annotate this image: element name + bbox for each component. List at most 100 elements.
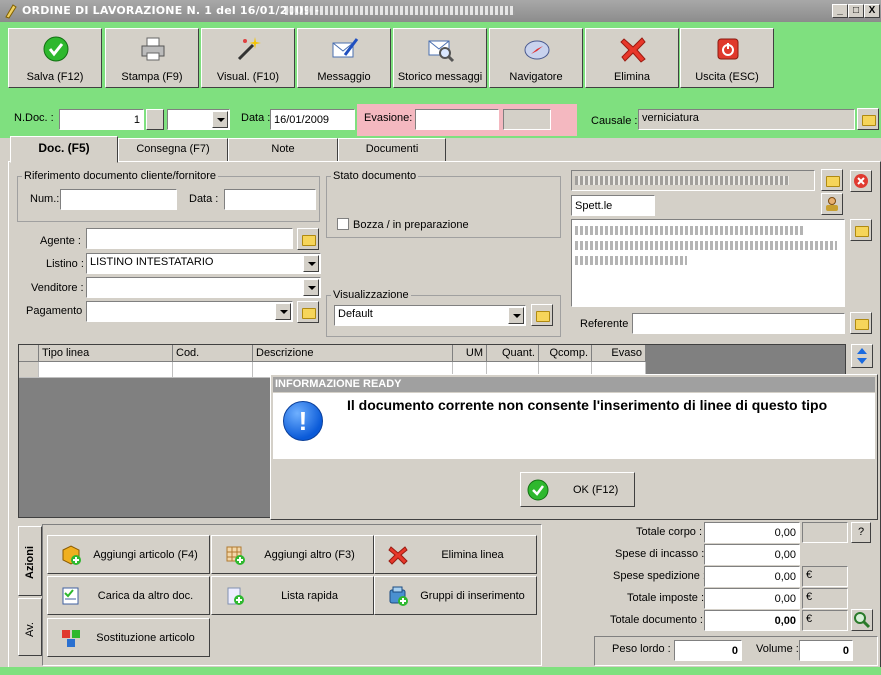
chevron-down-icon[interactable] bbox=[508, 307, 524, 324]
chevron-down-icon[interactable] bbox=[303, 255, 319, 272]
bozza-checkbox[interactable] bbox=[337, 218, 349, 230]
totale-imposte-label: Totale imposte : bbox=[627, 592, 705, 604]
print-button[interactable]: Stampa (F9) bbox=[105, 28, 199, 88]
col-cod[interactable]: Cod. bbox=[173, 345, 253, 362]
date-input[interactable] bbox=[270, 109, 355, 130]
tab-azioni[interactable]: Azioni bbox=[18, 526, 42, 596]
col-um[interactable]: UM bbox=[453, 345, 487, 362]
envelope-search-icon bbox=[428, 40, 455, 63]
pagamento-folder-button[interactable] bbox=[297, 301, 319, 323]
evasione-label: Evasione: bbox=[364, 112, 413, 124]
zoom-button[interactable] bbox=[851, 609, 873, 631]
ref-num-input[interactable] bbox=[60, 189, 177, 210]
tab-av[interactable]: Av. bbox=[18, 598, 42, 656]
minimize-button[interactable]: _ bbox=[832, 4, 848, 18]
referente-folder-button[interactable] bbox=[850, 312, 872, 334]
peso-lordo-field[interactable] bbox=[674, 640, 742, 661]
totale-documento-field bbox=[704, 610, 800, 631]
compass-icon bbox=[524, 40, 550, 60]
visualizzazione-value: Default bbox=[338, 308, 373, 320]
spese-spedizione-field[interactable] bbox=[704, 566, 800, 587]
exit-label: Uscita (ESC) bbox=[695, 71, 759, 83]
agente-label: Agente : bbox=[40, 235, 81, 247]
tab-azioni-label: Azioni bbox=[24, 546, 36, 579]
cliente-address-box bbox=[571, 219, 845, 307]
evasione-extra-field bbox=[503, 109, 551, 130]
sort-lines-button[interactable] bbox=[851, 344, 873, 368]
cell-tipo-linea[interactable] bbox=[39, 362, 173, 378]
visualizzazione-select[interactable]: Default bbox=[334, 305, 526, 326]
ndoc-spin-button[interactable] bbox=[146, 109, 164, 130]
referente-input[interactable] bbox=[632, 313, 845, 334]
col-tipo-linea[interactable]: Tipo linea bbox=[39, 345, 173, 362]
app-icon bbox=[5, 4, 17, 19]
load-document-icon bbox=[62, 587, 79, 605]
causale-folder-button[interactable] bbox=[857, 108, 879, 130]
view-button[interactable]: Visual. (F10) bbox=[201, 28, 295, 88]
tab-note[interactable]: Note bbox=[228, 138, 338, 162]
causale-field: verniciatura bbox=[638, 109, 855, 130]
clear-x-icon bbox=[854, 174, 868, 188]
magic-wand-icon bbox=[237, 37, 261, 61]
message-history-button[interactable]: Storico messaggi bbox=[393, 28, 487, 88]
agente-input[interactable] bbox=[86, 228, 293, 249]
tab-doc[interactable]: Doc. (F5) bbox=[10, 136, 118, 163]
volume-field[interactable] bbox=[799, 640, 853, 661]
pagamento-select[interactable] bbox=[86, 301, 293, 322]
ok-label: OK (F12) bbox=[573, 484, 619, 496]
ok-button[interactable]: OK (F12) bbox=[520, 472, 635, 507]
col-evaso[interactable]: Evaso bbox=[592, 345, 646, 362]
contact-button[interactable] bbox=[821, 193, 843, 215]
redacted-title bbox=[285, 6, 515, 15]
cliente-clear-button[interactable] bbox=[850, 170, 872, 192]
dialog-body: ! Il documento corrente non consente l'i… bbox=[273, 393, 875, 459]
address-folder-button[interactable] bbox=[850, 219, 872, 241]
insert-group-button[interactable]: Gruppi di inserimento bbox=[374, 576, 537, 615]
ref-date-input[interactable] bbox=[224, 189, 316, 210]
exit-button[interactable]: Uscita (ESC) bbox=[680, 28, 774, 88]
tab-documenti[interactable]: Documenti bbox=[338, 138, 446, 162]
chevron-down-icon[interactable] bbox=[212, 111, 228, 128]
data-label: Data : bbox=[241, 112, 271, 124]
col-descrizione[interactable]: Descrizione bbox=[253, 345, 453, 362]
col-quant[interactable]: Quant. bbox=[487, 345, 539, 362]
navigator-label: Navigatore bbox=[509, 71, 563, 83]
cell-cod[interactable] bbox=[173, 362, 253, 378]
col-qcomp[interactable]: Qcomp. bbox=[539, 345, 592, 362]
message-button[interactable]: Messaggio bbox=[297, 28, 391, 88]
ndoc-series-select[interactable] bbox=[167, 109, 230, 130]
cliente-folder-button[interactable] bbox=[821, 169, 843, 191]
power-icon bbox=[717, 38, 739, 60]
imposte-currency: € bbox=[802, 588, 848, 609]
add-other-button[interactable]: Aggiungi altro (F3) bbox=[211, 535, 374, 574]
chevron-down-icon[interactable] bbox=[303, 279, 319, 296]
replace-article-button[interactable]: Sostituzione articolo bbox=[47, 618, 210, 657]
tab-consegna[interactable]: Consegna (F7) bbox=[118, 138, 228, 162]
maximize-button[interactable]: □ bbox=[848, 4, 864, 18]
close-button[interactable]: X bbox=[864, 4, 880, 18]
venditore-select[interactable] bbox=[86, 277, 321, 298]
message-history-label: Storico messaggi bbox=[397, 71, 483, 83]
agente-folder-button[interactable] bbox=[297, 228, 319, 250]
delete-line-icon bbox=[388, 546, 408, 565]
save-button[interactable]: Salva (F12) bbox=[8, 28, 102, 88]
add-article-button[interactable]: Aggiungi articolo (F4) bbox=[47, 535, 210, 574]
quick-list-button[interactable]: Lista rapida bbox=[211, 576, 374, 615]
cliente-title-input[interactable] bbox=[571, 195, 655, 216]
visualizzazione-folder-button[interactable] bbox=[531, 304, 553, 326]
delete-line-label: Elimina linea bbox=[441, 549, 504, 561]
evasione-input[interactable] bbox=[415, 109, 499, 130]
ndoc-input[interactable] bbox=[59, 109, 144, 130]
causale-label: Causale : bbox=[591, 115, 638, 127]
load-document-button[interactable]: Carica da altro doc. bbox=[47, 576, 210, 615]
chevron-down-icon[interactable] bbox=[275, 303, 291, 320]
riferimento-legend: Riferimento documento cliente/fornitore bbox=[24, 170, 216, 182]
help-button[interactable]: ? bbox=[851, 522, 871, 543]
add-other-label: Aggiungi altro (F3) bbox=[264, 549, 355, 561]
navigator-button[interactable]: Navigatore bbox=[489, 28, 583, 88]
volume-label: Volume : bbox=[756, 643, 799, 655]
delete-line-button[interactable]: Elimina linea bbox=[374, 535, 537, 574]
listino-select[interactable]: LISTINO INTESTATARIO bbox=[86, 253, 321, 274]
spese-incasso-field[interactable] bbox=[704, 544, 800, 565]
delete-button[interactable]: Elimina bbox=[585, 28, 679, 88]
